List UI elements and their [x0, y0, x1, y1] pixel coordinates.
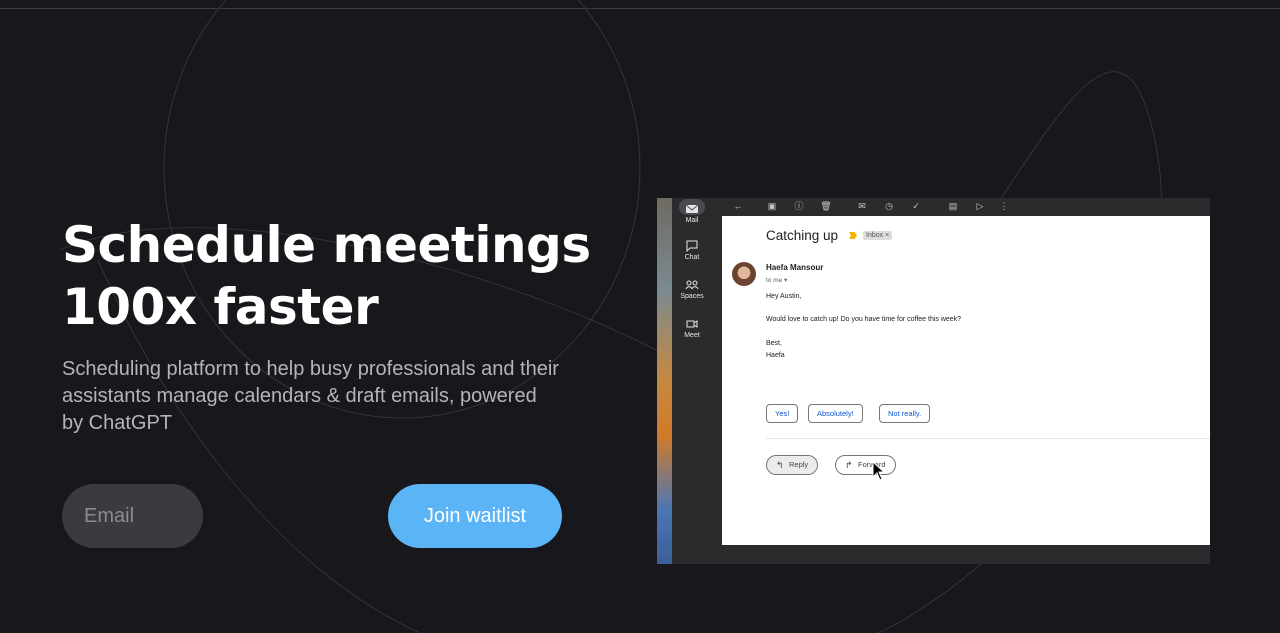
sidebar-item-mail[interactable]: Mail	[672, 203, 712, 224]
join-waitlist-button[interactable]: Join waitlist	[388, 484, 562, 548]
hero-title-line-2: 100x faster	[62, 278, 379, 336]
label-icon[interactable]: ▷	[974, 200, 986, 212]
back-arrow-icon[interactable]: ←	[732, 200, 744, 212]
sidebar-item-meet[interactable]: Meet	[672, 318, 712, 339]
sidebar-item-chat[interactable]: Chat	[672, 240, 712, 261]
sidebar-label: Mail	[685, 217, 699, 224]
mail-icon	[685, 204, 699, 213]
wallpaper-strip	[657, 198, 672, 564]
email-body: Would love to catch up! Do you have time…	[766, 316, 962, 323]
recipient-dropdown[interactable]: to me ▾	[766, 276, 787, 284]
report-spam-icon[interactable]: ⓘ	[793, 200, 805, 212]
mark-unread-icon[interactable]: ✉	[856, 200, 868, 212]
add-task-icon[interactable]: ✓	[910, 200, 922, 212]
top-divider	[0, 8, 1280, 9]
move-to-icon[interactable]: ▤	[947, 200, 959, 212]
email-view: Catching up Inbox × Haefa Mansour to me …	[722, 216, 1210, 545]
delete-icon[interactable]: 🗑	[820, 200, 832, 212]
sidebar-item-spaces[interactable]: Spaces	[672, 279, 712, 300]
email-divider	[766, 438, 1210, 439]
email-signature: Haefa	[766, 352, 785, 359]
smart-reply-yes[interactable]: Yes!	[766, 404, 799, 423]
gmail-demo-screenshot: Mail Chat Spaces Meet ← ▣ ⓘ 🗑 ✉ ◷ ✓ ▤ ▷ …	[657, 198, 1210, 564]
email-subject: Catching up	[766, 228, 839, 243]
email-input[interactable]	[62, 484, 203, 548]
meet-icon	[686, 320, 698, 328]
sidebar-label: Chat	[684, 254, 700, 261]
reply-button[interactable]: ↰ Reply	[766, 455, 819, 475]
hero-title-line-1: Schedule meetings	[62, 216, 591, 274]
reply-icon: ↰	[776, 460, 784, 470]
hero-title: Schedule meetings 100x faster	[62, 214, 622, 338]
forward-button[interactable]: ↱ Forward	[835, 455, 896, 475]
smart-reply-absolutely[interactable]: Absolutely!	[808, 404, 863, 423]
sidebar-label: Meet	[684, 332, 700, 339]
sender-name: Haefa Mansour	[766, 263, 824, 272]
archive-icon[interactable]: ▣	[766, 200, 778, 212]
email-greeting: Hey Austin,	[766, 293, 802, 300]
snooze-icon[interactable]: ◷	[883, 200, 895, 212]
sidebar-label: Spaces	[680, 293, 704, 300]
screenshot-bottom-bar	[722, 545, 1210, 564]
chat-icon	[686, 240, 698, 252]
sender-avatar	[732, 262, 756, 286]
importance-marker-icon[interactable]	[849, 232, 857, 239]
gmail-sidebar: Mail Chat Spaces Meet	[672, 198, 712, 564]
mouse-cursor-icon	[872, 461, 886, 481]
smart-reply-not-really[interactable]: Not really.	[879, 404, 931, 423]
email-signoff: Best,	[766, 340, 782, 347]
inbox-label-chip[interactable]: Inbox ×	[863, 231, 893, 240]
forward-icon: ↱	[845, 460, 853, 470]
spaces-icon	[685, 280, 699, 290]
hero-subtitle: Scheduling platform to help busy profess…	[62, 358, 559, 434]
gmail-toolbar: ← ▣ ⓘ 🗑 ✉ ◷ ✓ ▤ ▷ ⋮	[722, 198, 1210, 216]
reply-label: Reply	[789, 460, 809, 469]
more-vert-icon[interactable]: ⋮	[998, 200, 1010, 212]
